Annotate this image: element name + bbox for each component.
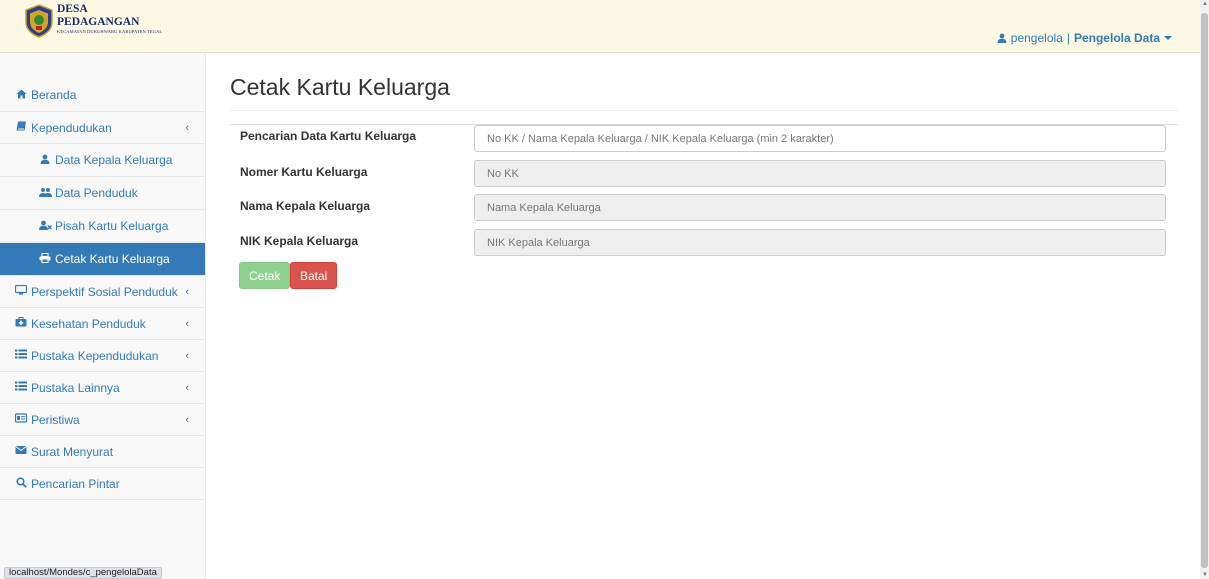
brand-line3: KECAMATAN DUKUHWARU KABUPATEN TEGAL (57, 29, 163, 34)
user-icon (38, 154, 52, 167)
sidebar-item-kesehatan-penduduk[interactable]: Kesehatan Penduduk ‹ (0, 308, 205, 340)
print-icon (38, 252, 52, 266)
search-kk-input[interactable] (474, 125, 1166, 152)
caret-down-icon (1164, 36, 1172, 40)
sidebar-item-label: Peristiwa (31, 412, 80, 427)
sidebar-item-label: Pustaka Kependudukan (31, 348, 159, 363)
chevron-left-icon: ‹ (185, 413, 189, 426)
nik-kepala-field (474, 229, 1166, 256)
scrollbar-thumb[interactable] (1201, 13, 1208, 568)
no-kk-label: Nomer Kartu Keluarga (240, 165, 368, 179)
home-icon (14, 89, 28, 102)
nik-kepala-label: NIK Kepala Keluarga (240, 234, 359, 248)
chevron-left-icon: ‹ (185, 121, 189, 134)
sidebar-item-data-penduduk[interactable]: Data Penduduk (0, 177, 205, 210)
cetak-button[interactable]: Cetak (239, 262, 291, 289)
sidebar-item-label: Pencarian Pintar (31, 476, 120, 491)
nama-kepala-label: Nama Kepala Keluarga (240, 199, 371, 213)
sidebar-item-label: Data Penduduk (55, 186, 138, 200)
book-icon (14, 121, 28, 134)
form-row-nik: NIK Kepala Keluarga (230, 229, 1178, 257)
brand-line2: PEDAGANGAN (57, 15, 140, 28)
sidebar-item-cetak-kartu-keluarga[interactable]: Cetak Kartu Keluarga (0, 243, 205, 276)
scroll-up-icon[interactable]: ▲ (1202, 1, 1208, 7)
form-row-search: Pencarian Data Kartu Keluarga (230, 124, 1178, 152)
sidebar-item-peristiwa[interactable]: Peristiwa ‹ (0, 404, 205, 436)
sidebar-item-label: Kependudukan (31, 120, 112, 135)
search-icon (14, 476, 28, 491)
page-scrollbar[interactable]: ▲ ▼ (1200, 0, 1209, 579)
sidebar-item-pencarian-pintar[interactable]: Pencarian Pintar (0, 468, 205, 500)
main-content: Cetak Kartu Keluarga Pencarian Data Kart… (230, 54, 1178, 289)
sidebar-item-label: Surat Menyurat (31, 444, 114, 459)
sidebar-item-label: Perspektif Sosial Penduduk (31, 284, 178, 299)
sidebar-item-pustaka-kependudukan[interactable]: Pustaka Kependudukan ‹ (0, 340, 205, 372)
batal-button[interactable]: Batal (290, 262, 338, 289)
status-bar-url: localhost/Mondes/c_pengelolaData (4, 567, 162, 579)
sidebar-item-pustaka-lainnya[interactable]: Pustaka Lainnya ‹ (0, 372, 205, 404)
sidebar-item-kependudukan[interactable]: Kependudukan ‹ (0, 112, 205, 144)
brand[interactable]: DESA PEDAGANGAN KECAMATAN DUKUHWARU KABU… (24, 3, 163, 38)
medkit-icon (14, 317, 28, 330)
brand-line1: DESA (57, 3, 88, 15)
users-icon (38, 187, 52, 200)
sidebar: Beranda Kependudukan ‹ Data Kepala Kelua… (0, 54, 206, 579)
id-card-icon (14, 413, 28, 426)
sidebar-item-label: Cetak Kartu Keluarga (55, 252, 170, 266)
sidebar-item-label: Pisah Kartu Keluarga (55, 219, 169, 233)
sidebar-item-perspektif-sosial-penduduk[interactable]: Perspektif Sosial Penduduk ‹ (0, 276, 205, 308)
envelope-icon (14, 445, 28, 458)
chevron-left-icon: ‹ (185, 285, 189, 298)
list-icon (14, 349, 28, 362)
sidebar-item-label: Beranda (31, 88, 77, 102)
scroll-down-icon[interactable]: ▼ (1202, 572, 1208, 578)
sidebar-item-label: Kesehatan Penduduk (31, 316, 146, 331)
nama-kepala-field (474, 194, 1166, 221)
chevron-left-icon: ‹ (185, 317, 189, 330)
chevron-left-icon: ‹ (185, 349, 189, 362)
user-times-icon (38, 220, 52, 233)
desktop-icon (14, 284, 28, 298)
user-icon (997, 33, 1007, 43)
user-name: pengelola (1010, 31, 1063, 45)
sidebar-item-pisah-kartu-keluarga[interactable]: Pisah Kartu Keluarga (0, 210, 205, 243)
list-icon (14, 381, 28, 394)
page-title: Cetak Kartu Keluarga (230, 74, 1178, 111)
no-kk-field (474, 160, 1166, 187)
regency-logo-icon (25, 4, 53, 38)
top-navbar: DESA PEDAGANGAN KECAMATAN DUKUHWARU KABU… (0, 0, 1200, 53)
user-role: Pengelola Data (1073, 31, 1160, 45)
sidebar-item-surat-menyurat[interactable]: Surat Menyurat (0, 436, 205, 468)
form-row-nama: Nama Kepala Keluarga (230, 194, 1178, 222)
user-menu-dropdown[interactable]: pengelola | Pengelola Data (997, 31, 1172, 45)
sidebar-item-data-kepala-keluarga[interactable]: Data Kepala Keluarga (0, 144, 205, 177)
user-separator: | (1066, 31, 1070, 45)
chevron-left-icon: ‹ (185, 381, 189, 394)
form-row-no-kk: Nomer Kartu Keluarga (230, 160, 1178, 188)
sidebar-item-label: Pustaka Lainnya (31, 380, 120, 395)
search-label: Pencarian Data Kartu Keluarga (240, 129, 417, 143)
sidebar-item-label: Data Kepala Keluarga (55, 153, 173, 167)
sidebar-item-beranda[interactable]: Beranda (0, 54, 205, 112)
